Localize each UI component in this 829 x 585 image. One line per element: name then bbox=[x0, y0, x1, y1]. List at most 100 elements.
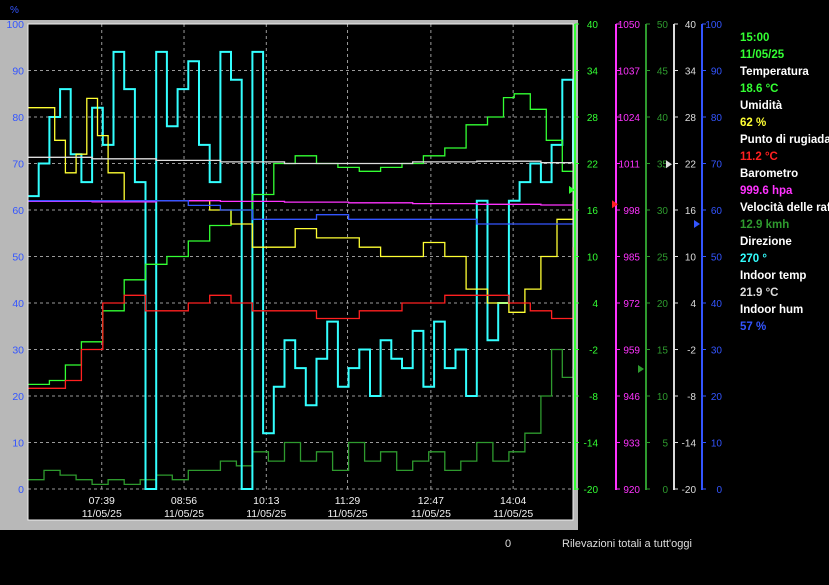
time-tick-label: 07:39 bbox=[89, 495, 115, 507]
readout-value: 999.6 hpa bbox=[740, 185, 793, 197]
axis-tick-label-temp: 16 bbox=[587, 206, 599, 217]
time-tick-label: 10:13 bbox=[253, 495, 279, 507]
axis-tick-label-baro: 1011 bbox=[618, 160, 640, 171]
axis-tick-label-wind: 50 bbox=[657, 20, 669, 31]
axis-tick-label-temp: -8 bbox=[589, 392, 598, 403]
axis-tick-label-baro: 972 bbox=[623, 299, 640, 310]
readout-value: 57 % bbox=[740, 321, 767, 333]
readout-label: Punto di rugiada bbox=[740, 134, 829, 146]
readout-value: 21.9 °C bbox=[740, 287, 779, 299]
time-tick-label: 12:47 bbox=[418, 495, 444, 507]
axis-tick-label-indoor_temp: -2 bbox=[687, 346, 696, 357]
percent-tick-label: 20 bbox=[12, 391, 24, 403]
readout-label: Temperatura bbox=[740, 66, 809, 78]
axis-tick-label-baro: 1050 bbox=[618, 20, 641, 31]
axis-tick-label-wind: 5 bbox=[662, 439, 668, 450]
axis-tick-label-indoor_hum: 30 bbox=[711, 346, 723, 357]
axis-tick-label-indoor_hum: 90 bbox=[711, 67, 723, 78]
readout-items: Temperatura 18.6 °C Umidità 62 % Punto di ru… bbox=[740, 64, 829, 336]
axis-tick-label-indoor_hum: 20 bbox=[711, 392, 723, 403]
percent-tick-label: 90 bbox=[12, 66, 24, 78]
axis-tick-label-temp: 28 bbox=[587, 113, 599, 124]
axis-tick-label-indoor_temp: 34 bbox=[685, 67, 697, 78]
axis-tick-label-indoor_hum: 50 bbox=[711, 253, 723, 264]
weather-chart-canvas: 0102030405060708090100 % 07:3911/05/2508… bbox=[0, 5, 722, 530]
axis-tick-label-temp: 4 bbox=[592, 299, 598, 310]
axis-tick-label-indoor_temp: 4 bbox=[690, 299, 696, 310]
axis-tick-label-temp: -2 bbox=[589, 346, 598, 357]
axis-tick-label-baro: 920 bbox=[623, 485, 640, 496]
percent-tick-label: 40 bbox=[12, 298, 24, 310]
footer-count: 0 bbox=[505, 538, 512, 550]
axis-tick-label-baro: 933 bbox=[623, 439, 640, 450]
readout-value: 11.2 °C bbox=[740, 151, 778, 163]
readout-label: Velocità delle raffiche bbox=[740, 202, 829, 214]
percent-tick-label: 0 bbox=[18, 484, 24, 496]
readout-label: Umidità bbox=[740, 100, 783, 112]
readout-value: 270 ° bbox=[740, 253, 767, 265]
current-readout-panel: 15:00 11/05/25 Temperatura 18.6 °C Umidità… bbox=[740, 30, 829, 336]
axis-tick-label-indoor_hum: 70 bbox=[711, 160, 723, 171]
percent-tick-label: 30 bbox=[12, 345, 24, 357]
axis-tick-label-baro: 959 bbox=[623, 346, 640, 357]
axis-tick-label-temp: -14 bbox=[584, 439, 599, 450]
readout-label: Barometro bbox=[740, 168, 799, 180]
axis-tick-label-temp: 34 bbox=[587, 67, 599, 78]
date-tick-label: 11/05/25 bbox=[246, 508, 286, 520]
axis-tick-label-indoor_temp: 28 bbox=[685, 113, 697, 124]
percent-axis-label: % bbox=[10, 5, 19, 16]
axis-tick-label-indoor_temp: 10 bbox=[685, 253, 697, 264]
date-tick-label: 11/05/25 bbox=[164, 508, 204, 520]
axis-tick-label-indoor_temp: 16 bbox=[685, 206, 697, 217]
readout-time: 15:00 bbox=[740, 32, 770, 44]
axis-tick-label-indoor_hum: 40 bbox=[711, 299, 723, 310]
axis-tick-label-indoor_hum: 100 bbox=[705, 20, 722, 31]
axis-tick-label-indoor_hum: 0 bbox=[716, 485, 722, 496]
indoor-hum-marker bbox=[694, 219, 700, 228]
percent-tick-label: 100 bbox=[6, 19, 24, 31]
readout-value: 62 % bbox=[740, 117, 767, 129]
axis-tick-label-temp: -20 bbox=[584, 485, 599, 496]
axis-tick-label-wind: 40 bbox=[657, 113, 669, 124]
axis-tick-label-baro: 1037 bbox=[618, 67, 641, 78]
indoor-temp-marker bbox=[666, 160, 672, 169]
axis-tick-label-indoor_temp: 22 bbox=[685, 160, 697, 171]
axis-tick-label-indoor_hum: 80 bbox=[711, 113, 723, 124]
axis-tick-label-wind: 15 bbox=[657, 346, 669, 357]
date-tick-label: 11/05/25 bbox=[82, 508, 122, 520]
axis-tick-label-temp: 10 bbox=[587, 253, 599, 264]
axis-tick-label-baro: 985 bbox=[623, 253, 640, 264]
right-axes: -20-14-8-2410162228344092093394695997298… bbox=[569, 20, 722, 496]
readout-label: Indoor temp bbox=[740, 270, 807, 282]
axis-tick-label-indoor_temp: -20 bbox=[682, 485, 697, 496]
axis-tick-label-temp: 22 bbox=[587, 160, 599, 171]
axis-tick-label-baro: 1024 bbox=[618, 113, 641, 124]
axis-tick-label-indoor_temp: 40 bbox=[685, 20, 697, 31]
axis-tick-label-wind: 25 bbox=[657, 253, 669, 264]
axis-tick-label-indoor_hum: 10 bbox=[711, 439, 723, 450]
time-tick-label: 11:29 bbox=[335, 495, 361, 507]
readout-label: Indoor hum bbox=[740, 304, 804, 316]
readout-value: 12.9 kmh bbox=[740, 219, 790, 231]
date-tick-label: 11/05/25 bbox=[327, 508, 367, 520]
readout-date: 11/05/25 bbox=[740, 49, 785, 61]
time-tick-label: 14:04 bbox=[500, 495, 526, 507]
axis-tick-label-wind: 10 bbox=[657, 392, 669, 403]
percent-tick-label: 60 bbox=[12, 205, 24, 217]
axis-tick-label-baro: 946 bbox=[623, 392, 640, 403]
axis-tick-label-baro: 998 bbox=[623, 206, 640, 217]
percent-tick-label: 50 bbox=[12, 252, 24, 264]
axis-tick-label-wind: 0 bbox=[662, 485, 668, 496]
date-tick-label: 11/05/25 bbox=[493, 508, 533, 520]
wind-marker bbox=[638, 365, 644, 374]
percent-tick-label: 80 bbox=[12, 112, 24, 124]
percent-tick-label: 70 bbox=[12, 159, 24, 171]
readout-label: Direzione bbox=[740, 236, 792, 248]
axis-tick-label-wind: 45 bbox=[657, 67, 669, 78]
axis-tick-label-wind: 20 bbox=[657, 299, 669, 310]
time-tick-label: 08:56 bbox=[171, 495, 197, 507]
percent-tick-label: 10 bbox=[12, 438, 24, 450]
axis-tick-label-indoor_temp: -14 bbox=[682, 439, 697, 450]
axis-tick-label-wind: 30 bbox=[657, 206, 669, 217]
axis-tick-label-temp: 40 bbox=[587, 20, 599, 31]
